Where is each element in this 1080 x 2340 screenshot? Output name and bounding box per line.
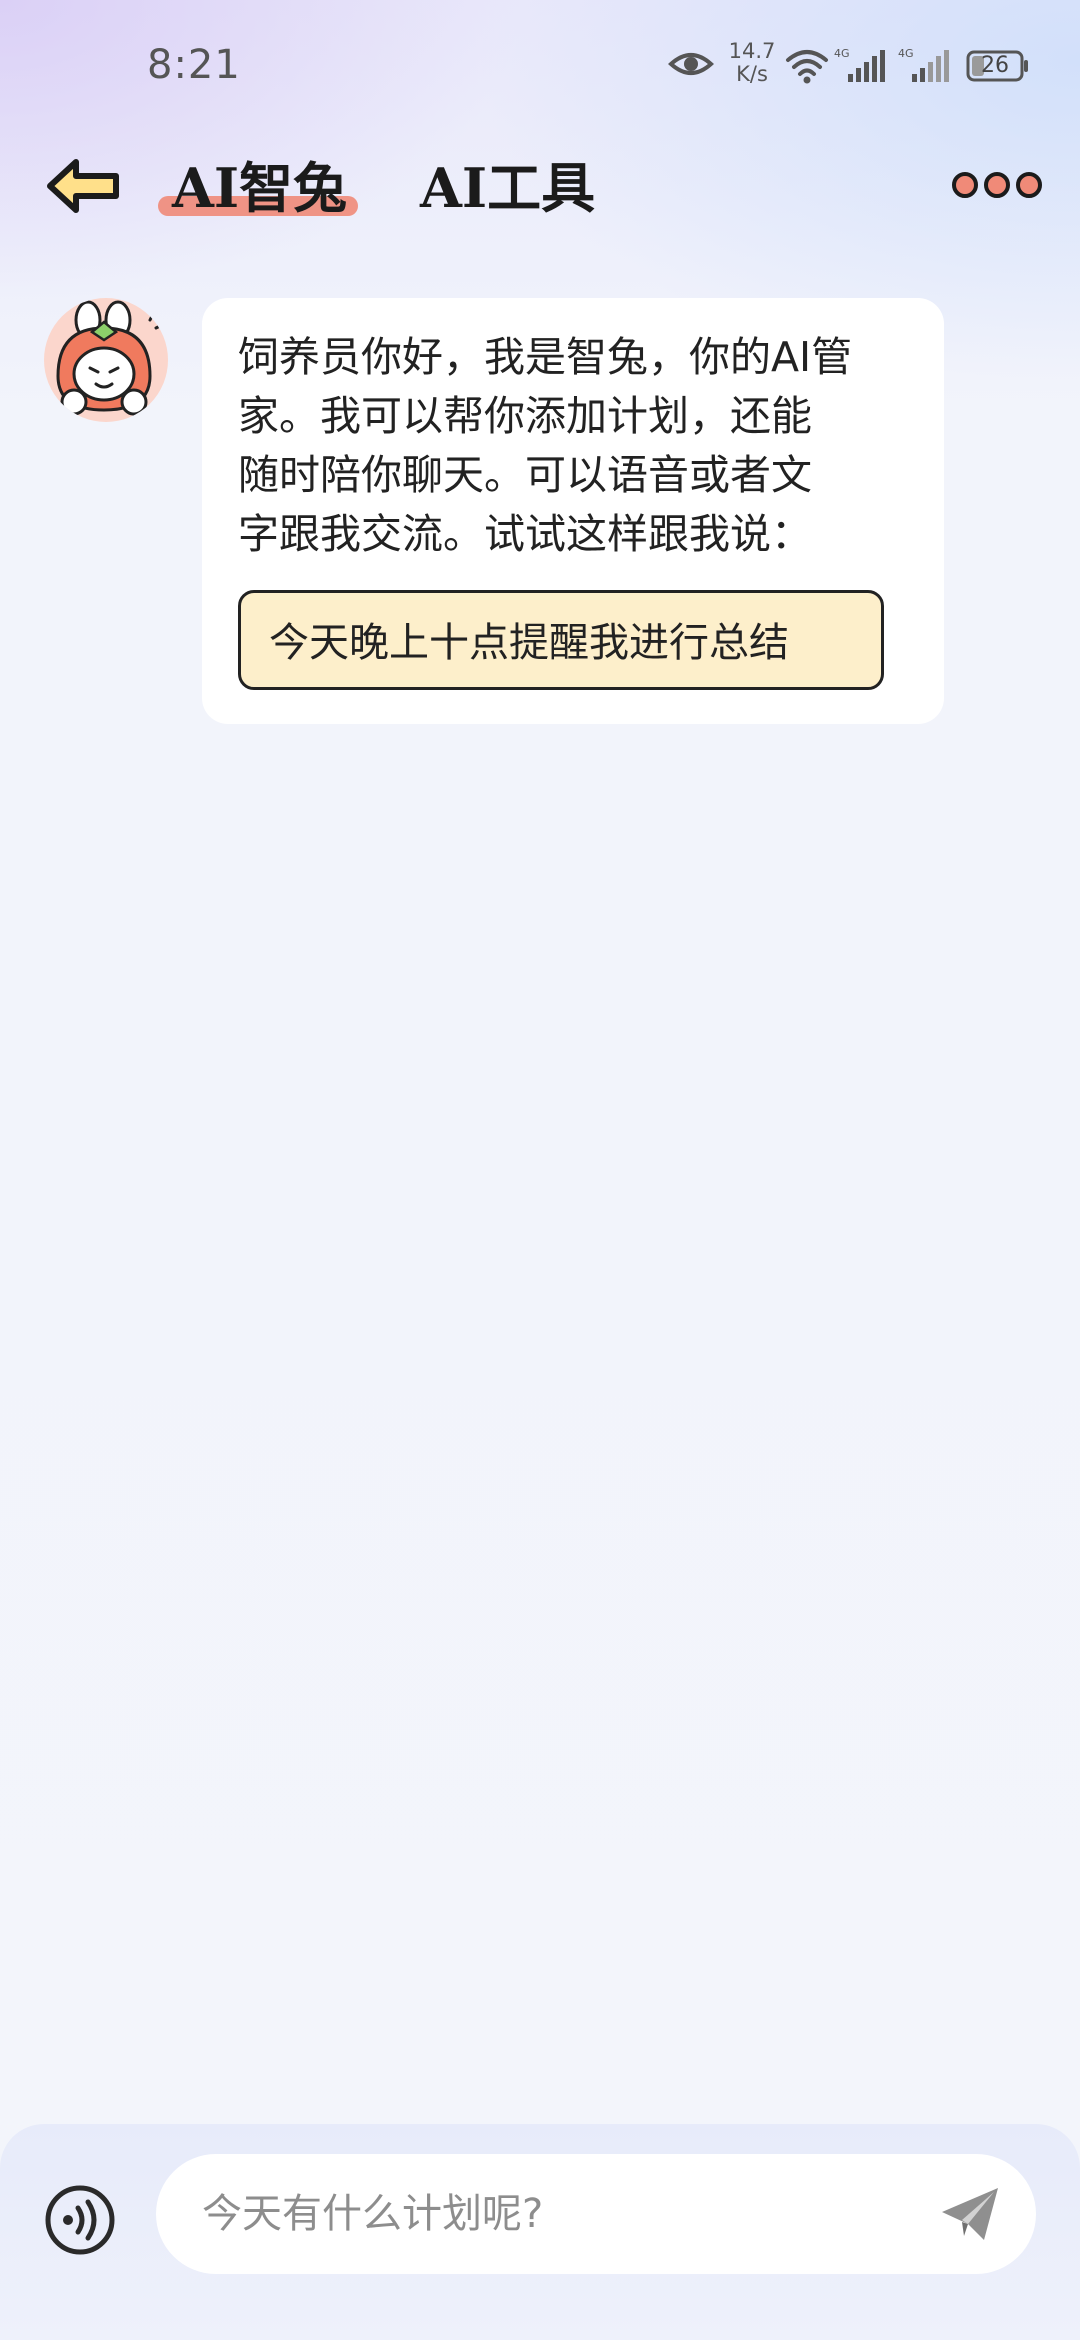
message-line: 饲养员你好，我是智兔，你的AI管 — [238, 333, 853, 381]
arrow-left-icon — [47, 159, 119, 213]
rabbit-avatar-icon — [56, 300, 166, 416]
status-bar: 8:21 14.7 K/s 4G 4G 26 — [0, 0, 1080, 130]
net-speed-unit: K/s — [736, 62, 768, 86]
sim1-label: 4G — [834, 47, 850, 60]
send-icon — [942, 2188, 998, 2240]
message-input[interactable]: 今天有什么计划呢? — [156, 2154, 1036, 2274]
more-button[interactable] — [950, 160, 1044, 210]
assistant-message-text: 饲养员你好，我是智兔，你的AI管 家。我可以帮你添加计划，还能 随时陪你聊天。可… — [238, 328, 918, 564]
net-speed-value: 14.7 — [728, 39, 776, 63]
status-time: 8:21 — [147, 42, 241, 88]
voice-icon — [45, 2185, 115, 2255]
net-speed: 14.7 K/s — [724, 40, 780, 86]
input-bar: 今天有什么计划呢? — [0, 2124, 1080, 2340]
tab-ai-tools[interactable]: AI工具 — [420, 138, 595, 238]
back-button[interactable] — [44, 150, 124, 220]
assistant-avatar[interactable] — [44, 298, 168, 422]
message-line: 家。我可以帮你添加计划，还能 — [238, 392, 812, 440]
signal-icon: 4G — [898, 47, 949, 82]
eye-icon — [668, 53, 714, 75]
battery-level: 26 — [981, 53, 1009, 78]
signal-icon: 4G — [834, 47, 885, 82]
message-line: 随时陪你聊天。可以语音或者文 — [238, 451, 812, 499]
tab-ai-rabbit[interactable]: AI智兔 — [172, 138, 347, 238]
voice-button[interactable] — [44, 2184, 116, 2256]
suggestion-button[interactable]: 今天晚上十点提醒我进行总结 — [238, 590, 884, 690]
wifi-icon — [786, 50, 828, 84]
assistant-message-bubble: 饲养员你好，我是智兔，你的AI管 家。我可以帮你添加计划，还能 随时陪你聊天。可… — [202, 298, 944, 724]
send-button[interactable] — [938, 2184, 1002, 2244]
suggestion-text: 今天晚上十点提醒我进行总结 — [269, 620, 789, 666]
message-line: 字跟我交流。试试这样跟我说： — [238, 510, 812, 558]
header: AI智兔 AI工具 — [0, 130, 1080, 250]
message-input-placeholder: 今天有什么计划呢? — [202, 2191, 544, 2237]
more-dots-icon — [952, 172, 1042, 198]
sim2-label: 4G — [898, 47, 914, 60]
